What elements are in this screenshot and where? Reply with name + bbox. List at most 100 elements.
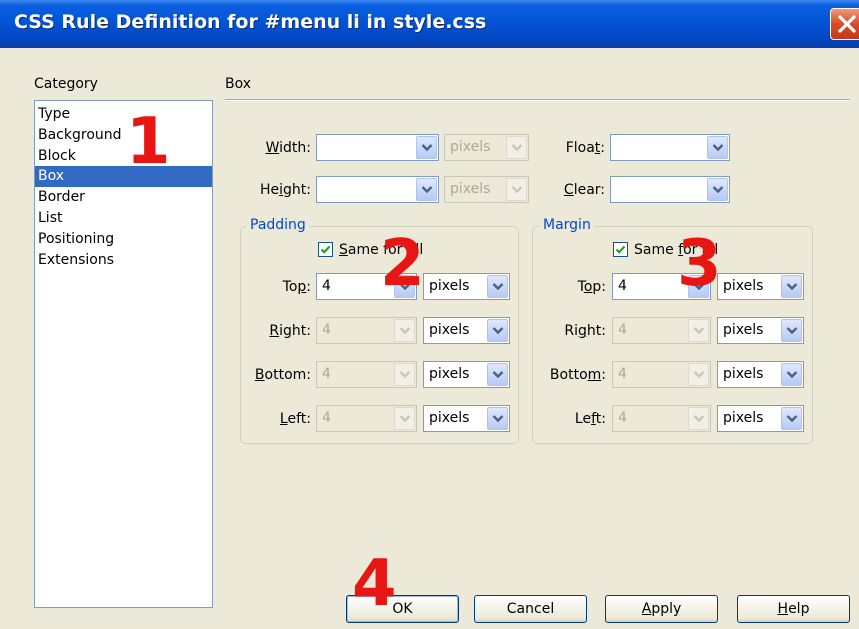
cancel-button[interactable]: Cancel (474, 595, 587, 623)
padding-left-dropdown-button[interactable] (394, 407, 415, 430)
margin-top-unit-value: pixels (723, 278, 764, 294)
category-item-border[interactable]: Border (35, 187, 212, 208)
chevron-down-icon (492, 371, 504, 379)
category-list[interactable]: Type Background Block Box Border List Po… (34, 100, 213, 608)
padding-left-select[interactable]: 4 (316, 405, 417, 432)
category-item-extensions[interactable]: Extensions (35, 250, 212, 271)
width-dropdown-button[interactable] (416, 136, 437, 159)
apply-button[interactable]: Apply (605, 595, 718, 623)
width-select[interactable] (316, 134, 439, 161)
padding-bottom-select[interactable]: 4 (316, 361, 417, 388)
margin-left-select[interactable]: 4 (612, 405, 711, 432)
checkmark-icon (320, 245, 331, 254)
chevron-down-icon (399, 415, 411, 423)
margin-left-unit-dropdown-button[interactable] (781, 407, 802, 430)
chevron-down-icon (399, 327, 411, 335)
padding-top-unit-select[interactable]: pixels (423, 273, 510, 300)
margin-right-dropdown-button[interactable] (688, 319, 709, 342)
margin-bottom-unit-dropdown-button[interactable] (781, 363, 802, 386)
dialog-window: CSS Rule Definition for #menu li in styl… (0, 0, 859, 629)
margin-right-unit-value: pixels (723, 322, 764, 338)
height-unit-value: pixels (450, 181, 491, 197)
width-unit-select[interactable]: pixels (444, 134, 529, 161)
padding-top-unit-value: pixels (429, 278, 470, 294)
annotation-2: 2 (380, 227, 425, 301)
chevron-down-icon (492, 415, 504, 423)
margin-same-for-all-checkbox[interactable] (613, 242, 628, 257)
margin-left-unit-value: pixels (723, 410, 764, 426)
float-select[interactable] (610, 134, 730, 161)
annotation-1: 1 (126, 105, 171, 179)
chevron-down-icon (786, 371, 798, 379)
padding-same-for-all-checkbox[interactable] (318, 242, 333, 257)
padding-right-label: Right: (269, 323, 311, 339)
category-item-list[interactable]: List (35, 208, 212, 229)
padding-right-unit-dropdown-button[interactable] (487, 319, 508, 342)
chevron-down-icon (693, 371, 705, 379)
padding-bottom-unit-select[interactable]: pixels (423, 361, 510, 388)
margin-right-unit-dropdown-button[interactable] (781, 319, 802, 342)
margin-bottom-unit-value: pixels (723, 366, 764, 382)
height-select[interactable] (316, 176, 439, 203)
margin-top-unit-select[interactable]: pixels (717, 273, 804, 300)
category-item-background[interactable]: Background (35, 125, 212, 146)
margin-right-select[interactable]: 4 (612, 317, 711, 344)
padding-right-dropdown-button[interactable] (394, 319, 415, 342)
annotation-3: 3 (677, 227, 722, 301)
padding-left-unit-dropdown-button[interactable] (487, 407, 508, 430)
margin-left-label: Left: (574, 411, 606, 427)
padding-bottom-dropdown-button[interactable] (394, 363, 415, 386)
clear-label: Clear: (563, 182, 605, 198)
width-unit-dropdown-button[interactable] (506, 136, 527, 159)
chevron-down-icon (786, 415, 798, 423)
padding-top-unit-dropdown-button[interactable] (487, 275, 508, 298)
margin-left-dropdown-button[interactable] (688, 407, 709, 430)
chevron-down-icon (712, 144, 724, 152)
padding-right-unit-value: pixels (429, 322, 470, 338)
annotation-4: 4 (352, 547, 397, 621)
chevron-down-icon (421, 144, 433, 152)
dialog-title: CSS Rule Definition for #menu li in styl… (14, 11, 487, 33)
margin-bottom-dropdown-button[interactable] (688, 363, 709, 386)
category-item-block[interactable]: Block (35, 146, 212, 167)
chevron-down-icon (786, 327, 798, 335)
chevron-down-icon (511, 144, 523, 152)
padding-right-unit-select[interactable]: pixels (423, 317, 510, 344)
height-unit-dropdown-button[interactable] (506, 178, 527, 201)
padding-bottom-unit-value: pixels (429, 366, 470, 382)
height-label: Height: (260, 182, 311, 198)
padding-left-value: 4 (322, 410, 331, 426)
padding-left-label: Left: (279, 411, 311, 427)
chevron-down-icon (786, 283, 798, 291)
margin-bottom-label: Bottom: (549, 367, 606, 383)
clear-select[interactable] (610, 176, 730, 203)
margin-group-title: Margin (540, 217, 594, 233)
chevron-down-icon (693, 415, 705, 423)
clear-dropdown-button[interactable] (707, 178, 728, 201)
close-button[interactable] (830, 8, 859, 40)
margin-top-unit-dropdown-button[interactable] (781, 275, 802, 298)
panel-divider (225, 99, 850, 101)
category-item-box[interactable]: Box (35, 166, 212, 187)
help-button[interactable]: Help (737, 595, 850, 623)
margin-bottom-unit-select[interactable]: pixels (717, 361, 804, 388)
float-dropdown-button[interactable] (707, 136, 728, 159)
padding-left-unit-select[interactable]: pixels (423, 405, 510, 432)
padding-right-select[interactable]: 4 (316, 317, 417, 344)
chevron-down-icon (693, 327, 705, 335)
title-bar[interactable]: CSS Rule Definition for #menu li in styl… (0, 0, 859, 48)
height-dropdown-button[interactable] (416, 178, 437, 201)
margin-bottom-select[interactable]: 4 (612, 361, 711, 388)
padding-bottom-unit-dropdown-button[interactable] (487, 363, 508, 386)
category-item-positioning[interactable]: Positioning (35, 229, 212, 250)
float-label: Float: (565, 140, 605, 156)
chevron-down-icon (511, 186, 523, 194)
margin-left-value: 4 (618, 410, 627, 426)
height-unit-select[interactable]: pixels (444, 176, 529, 203)
margin-top-value: 4 (618, 278, 627, 294)
margin-bottom-value: 4 (618, 366, 627, 382)
margin-left-unit-select[interactable]: pixels (717, 405, 804, 432)
margin-right-unit-select[interactable]: pixels (717, 317, 804, 344)
category-item-type[interactable]: Type (35, 104, 212, 125)
margin-top-label: Top: (577, 279, 606, 295)
